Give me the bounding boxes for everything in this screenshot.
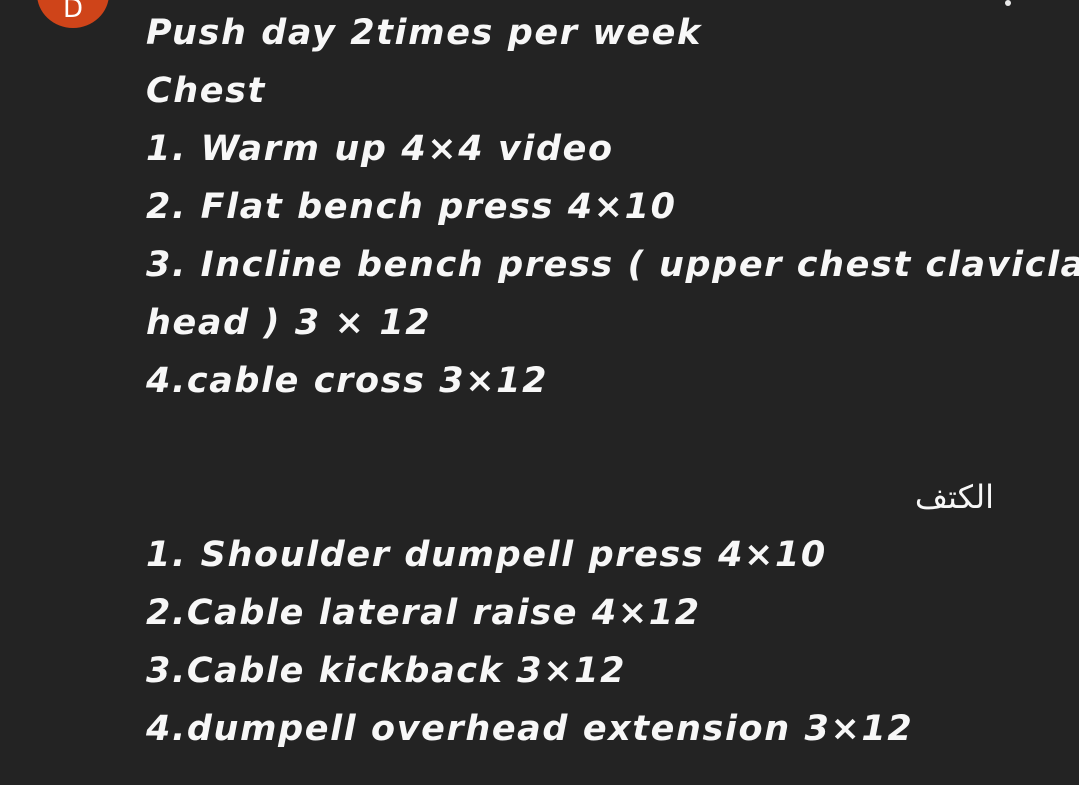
list-item: 3. Incline bench press ( upper chest cla… xyxy=(146,245,1079,285)
avatar-letter: D xyxy=(62,0,84,24)
message-title: Push day 2times per week xyxy=(146,13,702,53)
chest-heading: Chest xyxy=(146,71,266,111)
list-item: 2. Flat bench press 4×10 xyxy=(146,187,677,227)
list-item: 1. Shoulder dumpell press 4×10 xyxy=(146,535,827,575)
avatar[interactable]: D xyxy=(37,0,109,28)
message-body: Push day 2times per week Chest 1. Warm u… xyxy=(146,4,1079,758)
list-item: 1. Warm up 4×4 video xyxy=(146,129,614,169)
list-item: 4.cable cross 3×12 xyxy=(146,361,549,401)
list-item: head ) 3 × 12 xyxy=(146,303,432,343)
list-item: 2.Cable lateral raise 4×12 xyxy=(146,593,701,633)
shoulder-heading: الكتف xyxy=(914,478,994,516)
chat-screen: D Push day 2times per week Chest 1. Warm… xyxy=(0,0,1079,785)
list-item: 4.dumpell overhead extension 3×12 xyxy=(146,709,914,749)
list-item: 3.Cable kickback 3×12 xyxy=(146,651,627,691)
